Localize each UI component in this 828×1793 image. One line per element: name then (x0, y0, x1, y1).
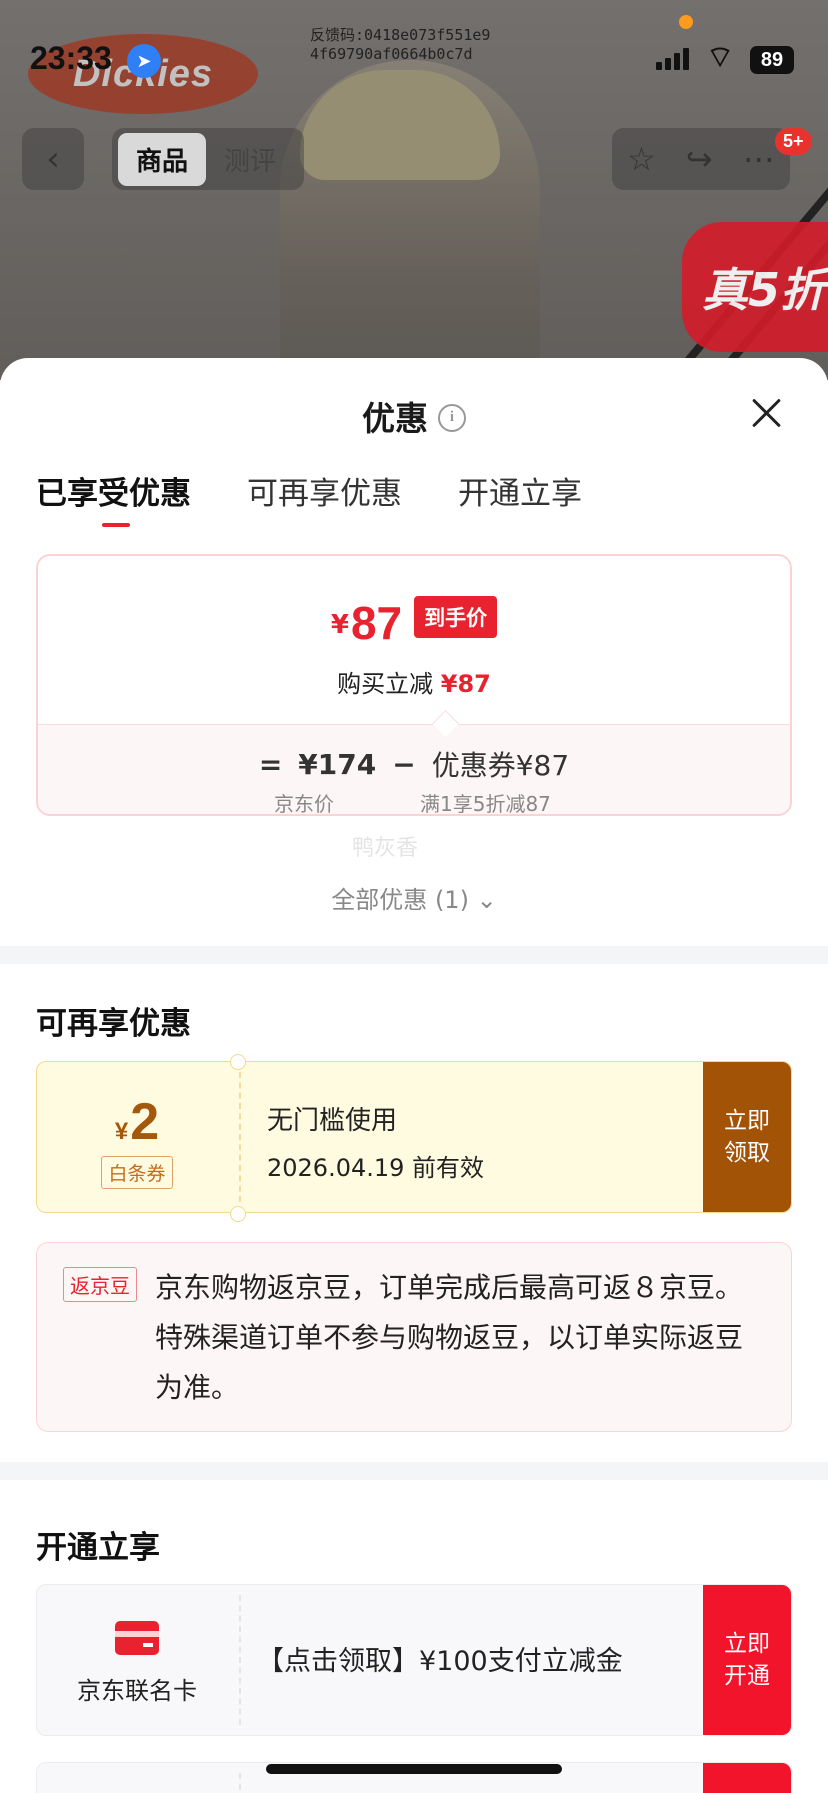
card-name: 京东联名卡 (77, 1677, 197, 1705)
close-icon[interactable] (750, 396, 782, 428)
section-title-open-offers: 开通立享 (36, 1530, 160, 1566)
credit-card-icon (115, 1621, 159, 1655)
claim-coupon-button[interactable]: 立即 领取 (703, 1062, 791, 1212)
card-offer-desc: 【点击领取】¥100支付立减金 (257, 1646, 623, 1677)
star-icon[interactable]: ☆ (627, 140, 656, 178)
chevron-down-icon: ⌄ (476, 886, 497, 914)
price-breakdown-card: ¥ 87 到手价 购买立减 ¥87 = ¥174 − 优惠券¥87 京东价 满1… (36, 554, 792, 816)
coupon-validity: 2026.04.19 前有效 (267, 1154, 485, 1182)
signal-icon (656, 48, 689, 70)
page-segment-control[interactable]: 商品 测评 (112, 128, 304, 190)
section-divider (0, 946, 828, 964)
coupon-notch (230, 1206, 246, 1222)
final-price-tag: 到手价 (414, 596, 498, 638)
more-icon[interactable]: ⋯ (743, 140, 775, 178)
jd-price: ¥174 (298, 747, 377, 781)
feedback-code: 反馈码:0418e073f551e9 4f69790af0664b0c7d (310, 26, 491, 63)
coupon-notch (230, 1054, 246, 1070)
all-offers-toggle[interactable]: 全部优惠 (1) ⌄ (0, 880, 828, 915)
tab-open-offers[interactable]: 开通立享 (458, 468, 582, 527)
coupon-caption: 满1享5折减87 (420, 792, 551, 816)
equals-sign: = (258, 747, 283, 781)
offers-sheet: 优惠 i 已享受优惠 可再享优惠 开通立享 ¥ 87 到手价 购买立减 ¥87 =… (0, 358, 828, 1793)
minus-sign: − (392, 747, 416, 781)
jd-bean-tag: 返京豆 (63, 1267, 137, 1302)
jd-bean-text: 京东购物返京豆，订单完成后最高可返８京豆。特殊渠道订单不参与购物返豆，以订单实际… (155, 1271, 744, 1404)
save-line: 购买立减 ¥87 (337, 670, 491, 698)
co-brand-card-offer: 京东联名卡 【点击领取】¥100支付立减金 立即 开通 (36, 1584, 792, 1736)
tab-more-offers[interactable]: 可再享优惠 (247, 468, 402, 527)
jd-bean-rebate: 返京豆 京东购物返京豆，订单完成后最高可返８京豆。特殊渠道订单不参与购物返豆，以… (36, 1242, 792, 1432)
battery-icon: 89 (750, 46, 794, 74)
tab-enjoyed[interactable]: 已享受优惠 (36, 468, 191, 527)
section-title-more-offers: 可再享优惠 (36, 1006, 191, 1042)
home-indicator (266, 1764, 562, 1774)
baitiao-coupon: ¥2 白条券 无门槛使用 2026.04.19 前有效 立即 领取 (36, 1061, 792, 1213)
wifi-icon: ⌔ (706, 40, 735, 75)
offer-tabs: 已享受优惠 可再享优惠 开通立享 (36, 468, 582, 527)
sheet-title: 优惠 i (0, 392, 828, 440)
coupon-value: ¥2 白条券 (37, 1062, 237, 1212)
header-actions: ☆ ↪ ⋯ (612, 128, 790, 190)
final-price: 87 (350, 597, 403, 649)
jd-price-caption: 京东价 (274, 792, 334, 816)
promo-badge: 真5折 (682, 222, 828, 352)
open-card-button[interactable]: 立即 开通 (703, 1585, 791, 1735)
save-amount: ¥87 (440, 670, 491, 698)
coupon-condition: 无门槛使用 (267, 1106, 398, 1136)
coupon-divider (239, 1072, 241, 1202)
segment-review[interactable]: 测评 (206, 133, 294, 186)
final-price-row: ¥ 87 到手价 (38, 596, 790, 646)
section-divider (0, 1462, 828, 1480)
coupon-type-tag: 白条券 (101, 1156, 173, 1189)
watermark: 鸭灰香 (352, 836, 419, 861)
coupon-amount: 优惠券¥87 (431, 749, 570, 782)
currency-symbol: ¥ (330, 610, 349, 640)
status-time: 23:33 (30, 40, 112, 76)
segment-product[interactable]: 商品 (118, 132, 207, 186)
price-equation: = ¥174 − 优惠券¥87 (38, 744, 790, 784)
location-arrow-icon: ➤ (127, 44, 161, 78)
info-icon[interactable]: i (438, 403, 466, 432)
back-button[interactable]: ‹ (22, 128, 84, 190)
notification-badge: 5+ (775, 128, 812, 155)
chevron-left-icon: ‹ (46, 139, 60, 179)
mic-indicator-dot (679, 15, 693, 29)
share-icon[interactable]: ↪ (686, 140, 713, 178)
